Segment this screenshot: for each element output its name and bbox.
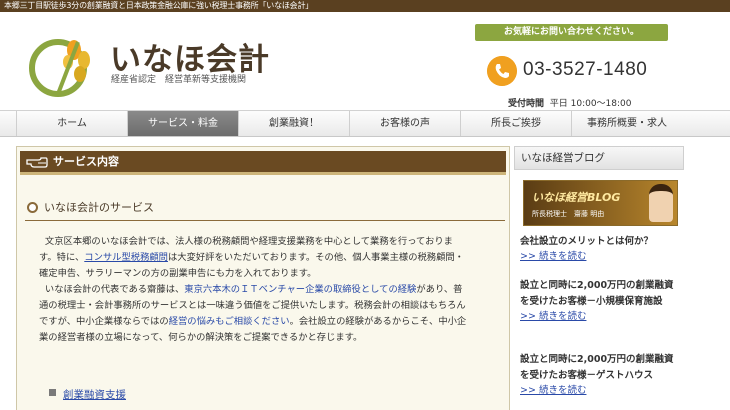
hours-value: 平日 10:00～18:00 xyxy=(549,99,632,109)
blog-post-title[interactable]: 会社設立のメリットとは何か？ xyxy=(520,234,680,250)
nav-greeting[interactable]: 所長ご挨拶 xyxy=(460,111,571,136)
sidebar-title: いなほ経営ブログ xyxy=(521,152,605,164)
intro-line: 文京区本郷のいなほ会計では、法人様の税務顧問や経理支援業務を中心として業務を行っ… xyxy=(44,236,453,247)
subheading-title: いなほ会計のサービス xyxy=(44,201,154,214)
intro-line: す。特に、コンサル型税務顧問は大変好評をいただいております。その他、個人事業主様… xyxy=(39,252,464,263)
read-more-link[interactable]: >> 続きを読む xyxy=(520,250,680,264)
startup-loan-support-link[interactable]: 創業融資支援 xyxy=(49,387,126,402)
blog-banner[interactable]: いなほ経営BLOG 所長税理士 齋藤 明由 xyxy=(523,180,678,226)
ceo-experience-highlight: 東京六本木のＩＴベンチャー企業の取締役としての経験 xyxy=(184,284,417,295)
read-more-link[interactable]: >> 続きを読む xyxy=(520,310,680,324)
intro-line: 確定申告、サラリーマンの方の副業申告にも力を入れております。 xyxy=(39,268,317,279)
intro-line: 業の経営者様の立場になって、何らかの解決策をご提案できるかと存じます。 xyxy=(39,332,363,343)
circle-bullet-icon xyxy=(27,202,38,213)
contact-banner: お気軽にお問い合わせください。 xyxy=(475,24,668,41)
nav-home[interactable]: ホーム xyxy=(16,111,127,136)
intro-line: いなほ会計の代表である齋藤は、東京六本木のＩＴベンチャー企業の取締役としての経験… xyxy=(44,284,463,295)
hours-label: 受付時間 xyxy=(508,99,545,109)
blog-post: 設立と同時に2,000万円の創業融資を受けたお客様－小規模保育施設 >> 続きを… xyxy=(520,278,680,324)
global-nav: ホーム サービス・料金 創業融資！ お客様の声 所長ご挨拶 事務所概要・求人 xyxy=(0,110,730,137)
read-more-link[interactable]: >> 続きを読む xyxy=(520,384,680,398)
blog-banner-title: いなほ経営BLOG xyxy=(532,191,621,204)
director-portrait xyxy=(649,184,673,222)
phone-number[interactable]: 03-3527-1480 xyxy=(523,59,647,81)
main-content: サービス内容 いなほ会計のサービス 文京区本郷のいなほ会計では、法人様の税務顧問… xyxy=(16,146,510,410)
nav-testimonials[interactable]: お客様の声 xyxy=(349,111,460,136)
intro-line: 通の税理士・会計事務所のサービスとは一味違う価値をご提供いたします。税務会計の相… xyxy=(39,300,466,311)
pointing-hand-icon xyxy=(26,157,48,168)
blog-sidebar: いなほ経営ブログ いなほ経営BLOG 所長税理士 齋藤 明由 会社設立のメリット… xyxy=(514,146,684,410)
top-tagline-bar: 本郷三丁目駅徒歩3分の創業融資と日本政策金融公庫に強い税理士事務所「いなほ会計」 xyxy=(0,0,730,12)
section-header: サービス内容 xyxy=(20,151,506,175)
blog-post: 会社設立のメリットとは何か？ >> 続きを読む xyxy=(520,234,680,264)
intro-text: 文京区本郷のいなほ会計では、法人様の税務顧問や経理支援業務を中心として業務を行っ… xyxy=(39,234,507,346)
rice-ear-logo-icon[interactable] xyxy=(28,28,100,100)
blog-post-title[interactable]: 設立と同時に2,000万円の創業融資を受けたお客様－小規模保育施設 xyxy=(520,278,680,310)
consult-highlight: 経営の悩みもご相談ください xyxy=(168,316,290,327)
business-hours: 受付時間 平日 10:00～18:00 xyxy=(508,96,631,109)
blog-post: 設立と同時に2,000万円の創業融資を受けたお客様－ゲストハウス >> 続きを読… xyxy=(520,352,680,398)
logo-subtitle: 経産省認定 経営革新等支援機関 xyxy=(111,75,247,85)
intro-line: ですが、中小企業様ならではの経営の悩みもご相談ください。会社設立の経験があるから… xyxy=(39,316,467,327)
top-tagline: 本郷三丁目駅徒歩3分の創業融資と日本政策金融公庫に強い税理士事務所「いなほ会計」 xyxy=(4,1,314,10)
blog-banner-subtitle: 所長税理士 齋藤 明由 xyxy=(532,210,605,218)
nav-services[interactable]: サービス・料金 xyxy=(127,111,238,136)
section-title: サービス内容 xyxy=(53,155,119,168)
site-header: いなほ会計 経産省認定 経営革新等支援機関 お気軽にお問い合わせください。 03… xyxy=(0,12,730,110)
contact-banner-text: お気軽にお問い合わせください。 xyxy=(503,27,639,37)
sidebar-header: いなほ経営ブログ xyxy=(514,146,684,170)
nav-startup-loan[interactable]: 創業融資！ xyxy=(238,111,349,136)
service-subheading: いなほ会計のサービス xyxy=(25,199,505,221)
consulting-tax-advisor-link[interactable]: コンサル型税務顧問 xyxy=(84,252,168,263)
phone-icon xyxy=(487,56,517,86)
nav-office[interactable]: 事務所概要・求人 xyxy=(571,111,682,136)
blog-post-title[interactable]: 設立と同時に2,000万円の創業融資を受けたお客様－ゲストハウス xyxy=(520,352,680,384)
